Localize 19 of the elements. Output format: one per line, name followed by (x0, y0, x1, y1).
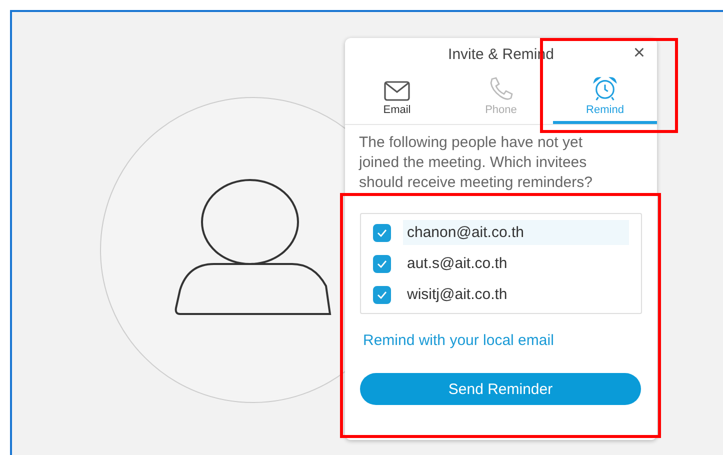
checkbox[interactable] (373, 254, 391, 272)
checkbox[interactable] (373, 286, 391, 304)
check-icon (377, 228, 387, 236)
invitee-email: aut.s@ait.co.th (406, 254, 508, 274)
user-silhouette-icon (174, 178, 332, 318)
envelope-icon (384, 81, 410, 101)
invitee-email: wisitj@ait.co.th (406, 285, 508, 305)
checkbox[interactable] (373, 224, 391, 242)
close-button[interactable]: × (629, 42, 649, 64)
check-icon (377, 260, 387, 268)
phone-icon (488, 77, 514, 101)
invitee-email: chanon@ait.co.th (403, 220, 629, 245)
tab[interactable]: Remind (553, 72, 657, 124)
alarm-clock-icon (592, 76, 618, 101)
check-icon (377, 290, 387, 298)
local-email-link[interactable]: Remind with your local email (363, 332, 554, 349)
tab[interactable]: Email (345, 72, 449, 124)
send-reminder-button[interactable]: Send Reminder (360, 373, 641, 405)
instruction-text: The following people have not yet joined the meeting. Which invitees should receive meeting reminders? (359, 133, 594, 193)
